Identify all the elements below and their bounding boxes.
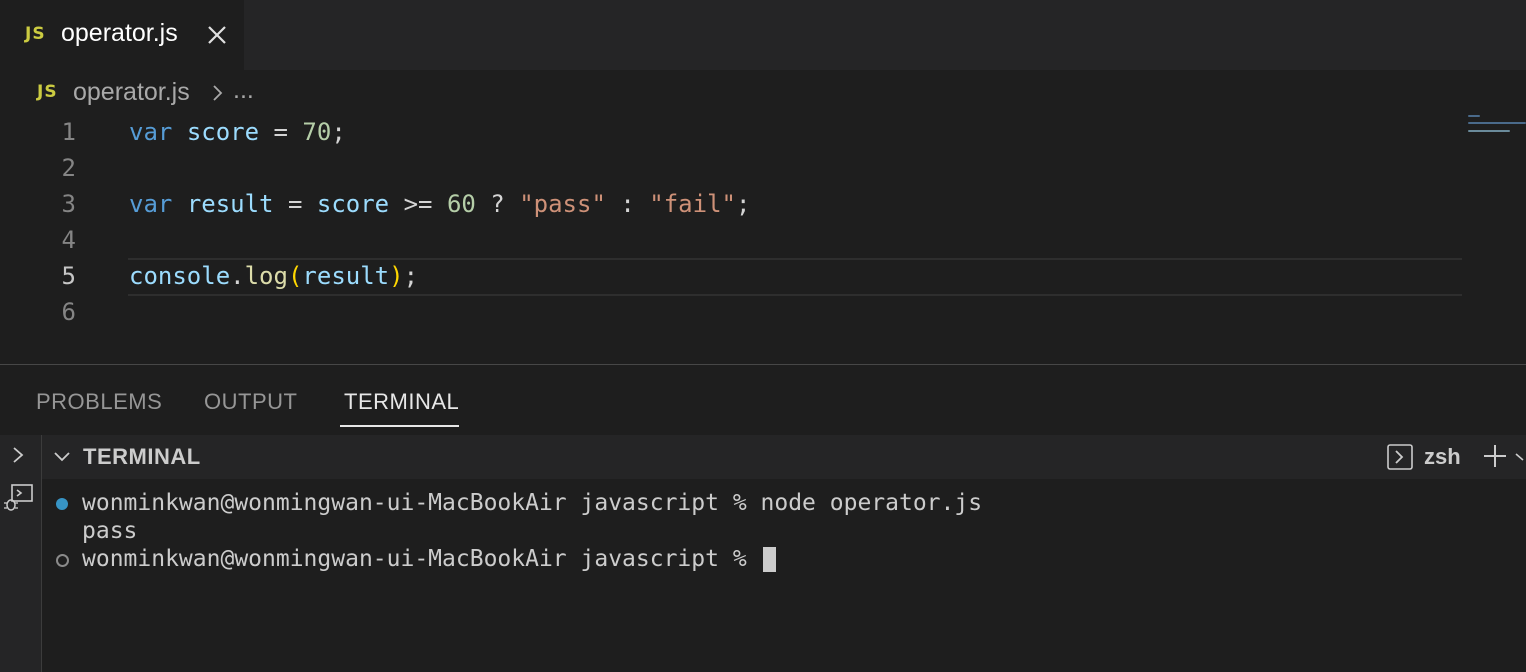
- chevron-right-icon[interactable]: [8, 445, 28, 465]
- operator: =: [273, 118, 288, 146]
- function-name: log: [244, 262, 288, 290]
- keyword: var: [129, 190, 173, 218]
- javascript-file-icon: JS: [25, 24, 46, 44]
- chevron-down-icon[interactable]: [1514, 448, 1526, 466]
- command-success-dot[interactable]: [56, 498, 68, 510]
- chevron-down-icon[interactable]: [52, 447, 72, 467]
- breadcrumb: JS operator.js ...: [0, 70, 1526, 114]
- code-text: var result = score >= 60 ? "pass" : "fai…: [129, 186, 750, 222]
- identifier: result: [302, 262, 390, 290]
- punctuation: ;: [735, 190, 751, 218]
- operator: :: [620, 190, 635, 218]
- bracket: ): [389, 262, 404, 290]
- javascript-file-icon: JS: [37, 82, 58, 102]
- operator: >=: [403, 190, 433, 218]
- vscode-window: JS operator.js JS operator.js ... 1 var …: [0, 0, 1526, 672]
- terminal-line: wonminkwan@wonmingwan-ui-MacBookAir java…: [82, 490, 983, 516]
- code-line: 3 var result = score >= 60 ? "pass" : "f…: [0, 186, 1462, 222]
- command-pending-dot[interactable]: [56, 554, 69, 567]
- keyword: var: [129, 118, 173, 146]
- terminal-icon[interactable]: [1386, 443, 1414, 471]
- code-editor[interactable]: 1 var score = 70; 2 3 var result = score…: [0, 114, 1526, 364]
- bracket: (: [287, 262, 303, 290]
- line-number: 6: [61, 298, 76, 326]
- terminal-side-strip: [0, 435, 42, 672]
- identifier: score: [186, 118, 260, 146]
- number-literal: 60: [446, 190, 476, 218]
- tab-label: operator.js: [61, 19, 178, 47]
- tab-operator-js[interactable]: JS operator.js: [0, 0, 244, 70]
- punctuation: ;: [403, 262, 419, 290]
- breadcrumb-more[interactable]: ...: [233, 76, 254, 105]
- terminal-line: pass: [82, 518, 138, 544]
- identifier: score: [316, 190, 390, 218]
- operator: ?: [490, 190, 505, 218]
- panel-tab-bar: PROBLEMS OUTPUT TERMINAL: [0, 365, 1526, 435]
- punctuation: .: [230, 262, 245, 290]
- line-number: 3: [61, 190, 76, 218]
- string-literal: "fail": [649, 190, 736, 218]
- line-number: 2: [61, 154, 76, 182]
- code-line: 6: [0, 294, 1462, 330]
- code-line: 1 var score = 70;: [0, 114, 1462, 150]
- close-icon[interactable]: [204, 22, 230, 48]
- tab-output[interactable]: OUTPUT: [204, 389, 297, 415]
- minimap-line: [1468, 115, 1480, 117]
- plus-icon[interactable]: [1482, 443, 1508, 469]
- terminal-section-header[interactable]: TERMINAL zsh: [42, 435, 1526, 479]
- terminal-prompt-line: wonminkwan@wonmingwan-ui-MacBookAir java…: [82, 545, 776, 573]
- code-text: var score = 70;: [129, 114, 346, 150]
- identifier: result: [186, 190, 274, 218]
- identifier: console: [129, 262, 231, 290]
- breadcrumb-file[interactable]: operator.js: [73, 78, 190, 107]
- terminal-cursor: [762, 547, 776, 572]
- code-text: console.log(result);: [129, 258, 418, 294]
- terminal-section-title: TERMINAL: [83, 444, 201, 469]
- terminal-prompt: wonminkwan@wonmingwan-ui-MacBookAir java…: [82, 546, 761, 572]
- shell-name[interactable]: zsh: [1424, 444, 1461, 470]
- tab-terminal[interactable]: TERMINAL: [344, 389, 459, 415]
- editor-tab-bar: JS operator.js: [0, 0, 1526, 70]
- line-number: 5: [61, 262, 76, 290]
- code-line-current: 5 console.log(result);: [0, 258, 1462, 294]
- minimap-line: [1468, 122, 1526, 124]
- debug-console-icon[interactable]: [2, 481, 34, 513]
- punctuation: ;: [331, 118, 346, 146]
- minimap-line: [1468, 130, 1510, 132]
- operator: =: [287, 190, 303, 218]
- terminal-output[interactable]: wonminkwan@wonmingwan-ui-MacBookAir java…: [42, 479, 1526, 672]
- line-number: 1: [61, 118, 76, 146]
- line-number: 4: [61, 226, 76, 254]
- number-literal: 70: [302, 118, 332, 146]
- chevron-right-icon: [213, 85, 223, 101]
- code-line: 2: [0, 150, 1462, 186]
- active-tab-indicator: [340, 425, 459, 427]
- code-line: 4: [0, 222, 1462, 258]
- tab-problems[interactable]: PROBLEMS: [36, 389, 162, 415]
- string-literal: "pass": [519, 190, 606, 218]
- minimap[interactable]: [1468, 114, 1526, 144]
